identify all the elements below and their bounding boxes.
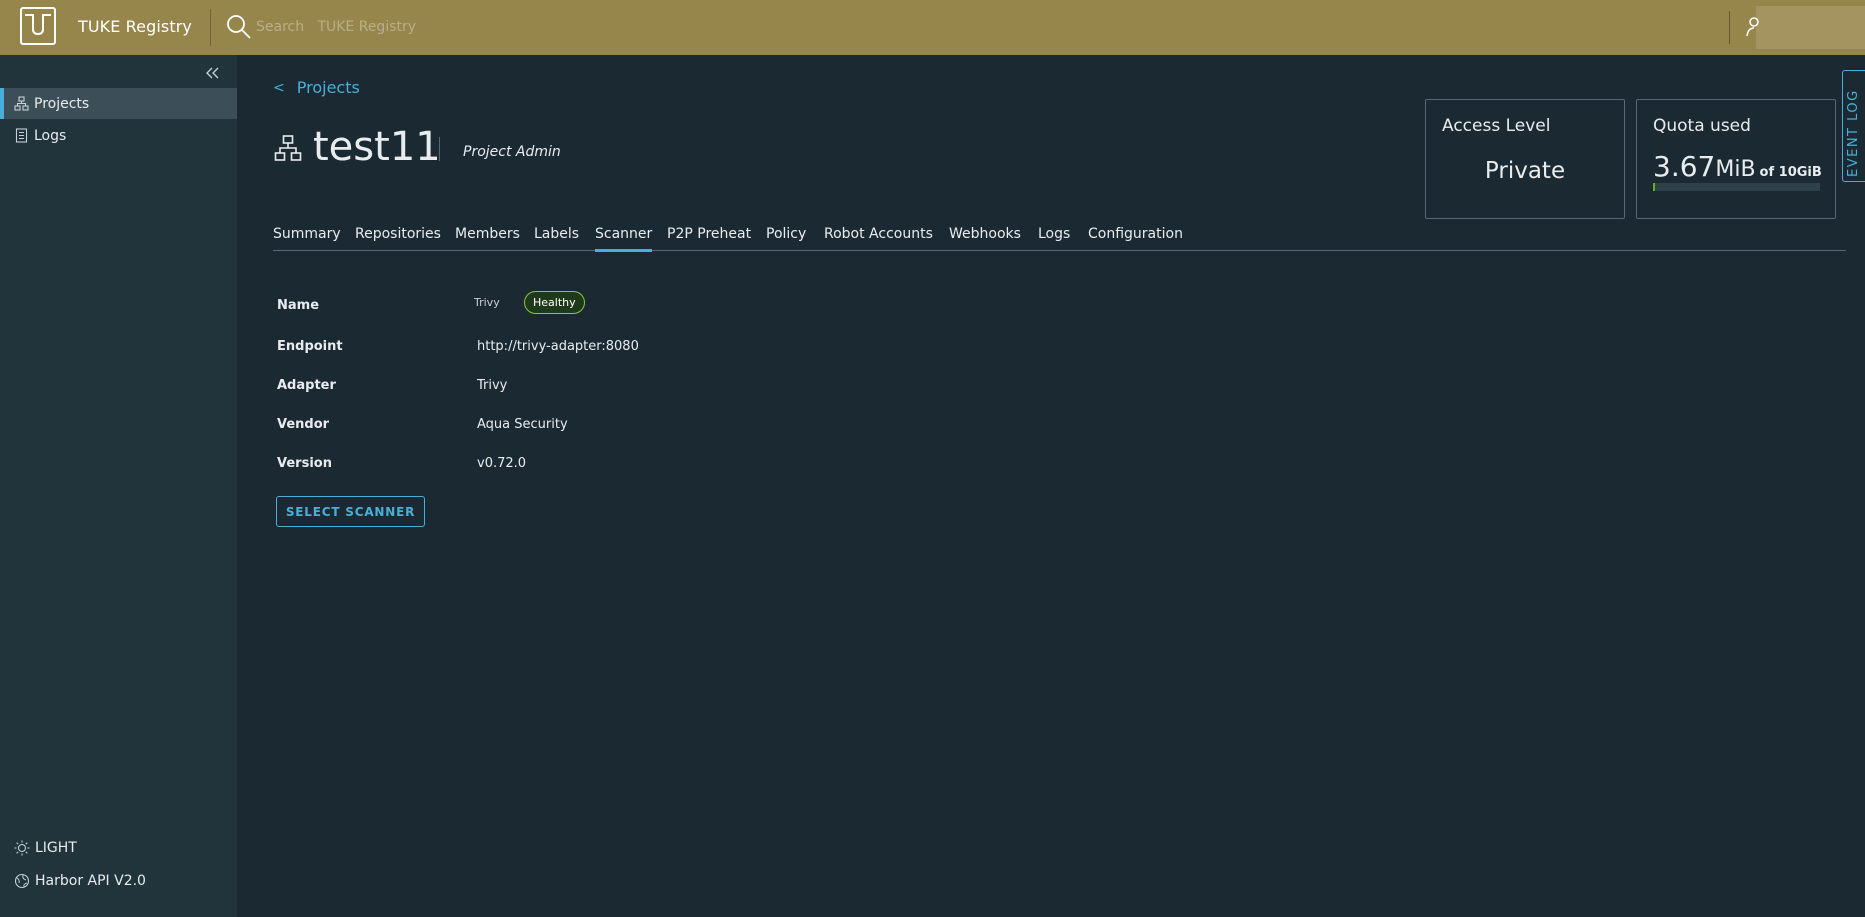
quota-title: Quota used	[1653, 116, 1751, 136]
tab-labels[interactable]: Labels	[534, 226, 579, 251]
quota-value: 3.67MiB of 10GiB	[1653, 150, 1822, 183]
sidebar-item-logs[interactable]: Logs	[0, 120, 237, 151]
quota-progress-fill	[1653, 183, 1655, 191]
theme-toggle-label: LIGHT	[35, 840, 77, 856]
vendor-value: Aqua Security	[477, 417, 568, 432]
top-header: TUKE Registry	[0, 0, 1865, 55]
quota-card: Quota used 3.67MiB of 10GiB	[1636, 99, 1836, 219]
tab-configuration[interactable]: Configuration	[1088, 226, 1183, 251]
quota-progress-bar	[1653, 183, 1820, 191]
global-search-input[interactable]	[256, 15, 656, 39]
header-divider-right	[1729, 11, 1730, 44]
project-tabs: Summary Repositories Members Labels Scan…	[273, 224, 1846, 252]
collapse-sidebar-icon[interactable]	[204, 65, 220, 81]
logs-icon	[15, 128, 28, 143]
tab-robot-accounts[interactable]: Robot Accounts	[824, 226, 933, 251]
tab-webhooks[interactable]: Webhooks	[949, 226, 1021, 251]
tuke-logo-icon[interactable]	[20, 7, 56, 45]
api-globe-icon	[14, 873, 30, 889]
scanner-health-badge: Healthy	[524, 291, 585, 314]
scanner-name-value: Trivy	[474, 296, 500, 309]
sun-icon	[14, 840, 30, 856]
endpoint-label: Endpoint	[277, 339, 343, 354]
tab-summary[interactable]: Summary	[273, 226, 341, 251]
search-icon	[227, 15, 251, 39]
sidebar-item-label: Logs	[34, 127, 67, 144]
quota-used-number: 3.67	[1653, 150, 1716, 183]
harbor-api-label: Harbor API V2.0	[35, 873, 146, 889]
tab-logs[interactable]: Logs	[1038, 226, 1070, 251]
user-menu-button[interactable]	[1756, 6, 1865, 49]
projects-icon	[14, 96, 29, 111]
tab-repositories[interactable]: Repositories	[355, 226, 441, 251]
chevron-left-icon: <	[273, 79, 285, 96]
project-role: Project Admin	[463, 144, 561, 160]
select-scanner-button[interactable]: SELECT SCANNER	[276, 496, 425, 527]
event-log-label: EVENT LOG	[1846, 89, 1861, 177]
access-level-value: Private	[1484, 158, 1566, 184]
vendor-label: Vendor	[277, 417, 330, 432]
event-log-toggle[interactable]: EVENT LOG	[1842, 70, 1865, 182]
scanner-name-label: Name	[277, 298, 320, 313]
tab-members[interactable]: Members	[455, 226, 520, 251]
sidebar-item-projects[interactable]: Projects	[0, 88, 237, 119]
access-level-card: Access Level Private	[1425, 99, 1625, 219]
breadcrumb-label: Projects	[296, 78, 360, 97]
quota-limit: of 10GiB	[1759, 165, 1822, 180]
app-title[interactable]: TUKE Registry	[78, 17, 192, 36]
version-label: Version	[277, 456, 332, 471]
quota-used-unit: MiB	[1715, 157, 1756, 182]
tab-policy[interactable]: Policy	[766, 226, 806, 251]
harbor-api-link[interactable]: Harbor API V2.0	[14, 873, 146, 889]
adapter-label: Adapter	[277, 378, 336, 393]
tab-p2p-preheat[interactable]: P2P Preheat	[667, 226, 751, 251]
adapter-value: Trivy	[477, 378, 508, 393]
page-title: test11	[313, 124, 441, 170]
header-divider	[210, 9, 211, 46]
access-level-title: Access Level	[1442, 116, 1551, 136]
version-value: v0.72.0	[477, 456, 527, 471]
breadcrumb-back-projects[interactable]: < Projects	[273, 78, 360, 97]
title-divider	[439, 137, 440, 161]
sidebar: Projects Logs LIGHT Harbor API V2.0	[0, 55, 237, 917]
tab-scanner[interactable]: Scanner	[595, 226, 653, 252]
theme-toggle-button[interactable]: LIGHT	[14, 840, 77, 856]
sidebar-item-label: Projects	[34, 95, 90, 112]
project-icon	[274, 135, 302, 161]
endpoint-value: http://trivy-adapter:8080	[477, 339, 639, 354]
